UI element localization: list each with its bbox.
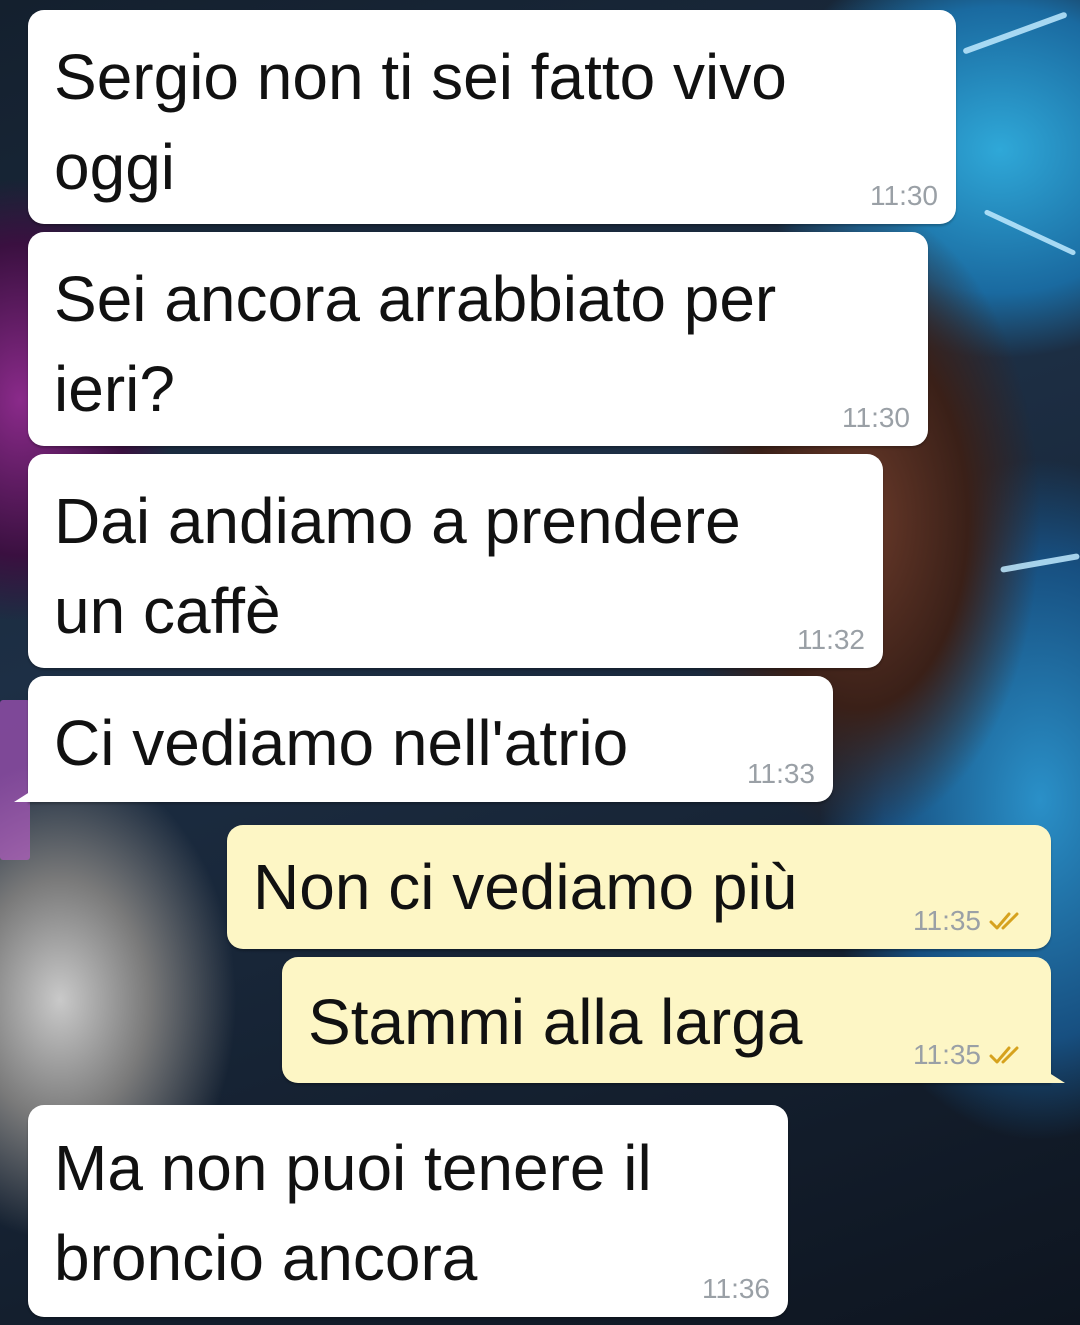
message-line: Ci vediamo nell'atrio <box>54 707 629 779</box>
message-line: Stammi alla larga <box>308 986 803 1058</box>
message-bubble-outgoing[interactable]: Stammi alla larga 11:35 <box>282 957 1065 1083</box>
message-line: un caffè <box>54 575 281 647</box>
timestamp-label: 11:30 <box>842 402 910 433</box>
message-line: broncio ancora <box>54 1222 478 1294</box>
message-bubble-incoming[interactable]: Ma non puoi tenere il broncio ancora 11:… <box>28 1105 788 1317</box>
message-text: Ma non puoi tenere il broncio ancora <box>54 1123 652 1303</box>
message-text: Stammi alla larga <box>308 977 802 1067</box>
double-check-icon <box>989 1046 1019 1064</box>
message-timestamp: 11:35 <box>913 905 1033 937</box>
timestamp-label: 11:35 <box>913 1039 981 1070</box>
message-line: ieri? <box>54 353 175 425</box>
message-line: Sei ancora arrabbiato per <box>54 263 777 335</box>
message-line: Dai andiamo a prendere <box>54 485 741 557</box>
message-bubble-incoming[interactable]: Sergio non ti sei fatto vivo oggi 11:30 <box>28 10 956 224</box>
message-timestamp: 11:35 <box>913 1039 1033 1071</box>
timestamp-label: 11:30 <box>870 180 938 211</box>
timestamp-label: 11:36 <box>702 1273 770 1304</box>
message-timestamp: 11:36 <box>702 1273 770 1305</box>
message-text: Sei ancora arrabbiato per ieri? <box>54 254 776 434</box>
message-text: Sergio non ti sei fatto vivo oggi <box>54 32 787 212</box>
message-text: Ci vediamo nell'atrio <box>54 698 628 788</box>
message-bubble-incoming[interactable]: Ci vediamo nell'atrio 11:33 <box>14 676 833 802</box>
message-bubble-incoming[interactable]: Sei ancora arrabbiato per ieri? 11:30 <box>28 232 928 446</box>
message-line: Sergio non ti sei fatto vivo <box>54 41 787 113</box>
message-timestamp: 11:32 <box>797 624 865 656</box>
message-line: Ma non puoi tenere il <box>54 1132 652 1204</box>
message-line: oggi <box>54 131 175 203</box>
bubble-tail <box>14 788 36 802</box>
timestamp-label: 11:32 <box>797 624 865 655</box>
message-line: Non ci vediamo più <box>253 851 798 923</box>
message-bubble-incoming[interactable]: Dai andiamo a prendere un caffè 11:32 <box>28 454 883 668</box>
timestamp-label: 11:33 <box>747 758 815 789</box>
bubble-tail <box>1043 1069 1065 1083</box>
message-text: Non ci vediamo più <box>253 842 797 932</box>
message-timestamp: 11:30 <box>870 180 938 212</box>
message-text: Dai andiamo a prendere un caffè <box>54 476 741 656</box>
message-timestamp: 11:33 <box>747 758 815 790</box>
message-timestamp: 11:30 <box>842 402 910 434</box>
message-list[interactable]: Sergio non ti sei fatto vivo oggi 11:30 … <box>0 0 1080 1325</box>
timestamp-label: 11:35 <box>913 905 981 936</box>
message-bubble-outgoing[interactable]: Non ci vediamo più 11:35 <box>227 825 1051 949</box>
double-check-icon <box>989 912 1019 930</box>
